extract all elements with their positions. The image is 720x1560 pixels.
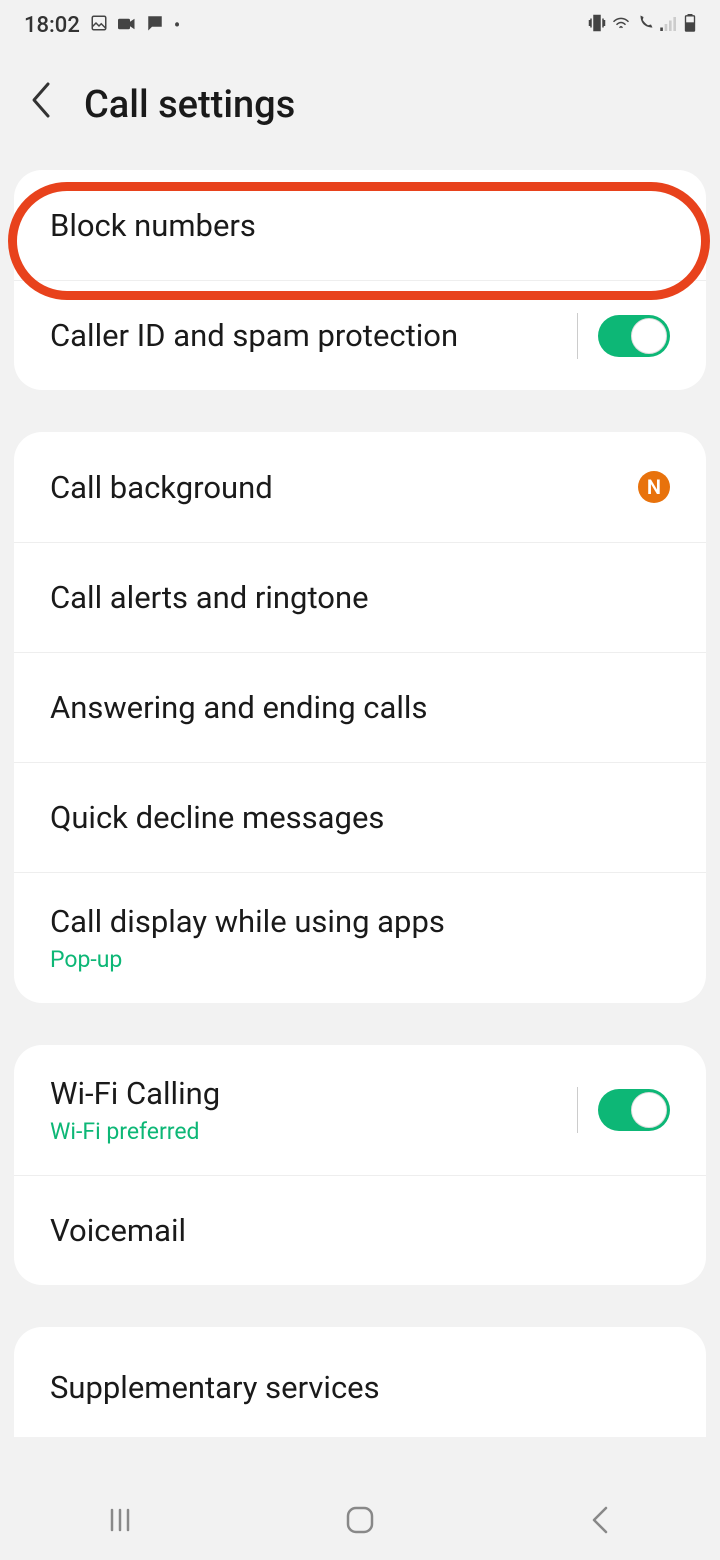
status-right bbox=[588, 14, 696, 37]
image-icon bbox=[90, 14, 108, 37]
new-badge: N bbox=[638, 471, 670, 503]
dot-icon: • bbox=[174, 15, 180, 36]
row-title: Caller ID and spam protection bbox=[50, 317, 458, 354]
answering-ending-row[interactable]: Answering and ending calls bbox=[14, 652, 706, 762]
call-background-row[interactable]: Call background N bbox=[14, 432, 706, 542]
row-title: Wi-Fi Calling bbox=[50, 1075, 220, 1112]
row-subtitle: Wi-Fi preferred bbox=[50, 1118, 220, 1145]
row-title: Quick decline messages bbox=[50, 799, 384, 836]
wifi-calling-icon bbox=[636, 14, 654, 37]
settings-section: Supplementary services bbox=[14, 1327, 706, 1437]
status-time: 18:02 bbox=[24, 13, 80, 38]
row-title: Call display while using apps bbox=[50, 903, 445, 940]
toggle-knob bbox=[631, 1092, 667, 1128]
vibrate-icon bbox=[588, 14, 606, 37]
status-bar: 18:02 • bbox=[0, 0, 720, 50]
row-title: Call background bbox=[50, 469, 273, 506]
settings-section: Wi-Fi Calling Wi-Fi preferred Voicemail bbox=[14, 1045, 706, 1285]
quick-decline-row[interactable]: Quick decline messages bbox=[14, 762, 706, 872]
signal-icon bbox=[660, 15, 678, 36]
row-title: Supplementary services bbox=[50, 1369, 380, 1406]
nav-bar bbox=[0, 1480, 720, 1560]
settings-section: Call background N Call alerts and ringto… bbox=[14, 432, 706, 1003]
wifi-calling-toggle[interactable] bbox=[598, 1089, 670, 1131]
row-subtitle: Pop-up bbox=[50, 946, 445, 973]
voicemail-row[interactable]: Voicemail bbox=[14, 1175, 706, 1285]
row-title: Call alerts and ringtone bbox=[50, 579, 369, 616]
status-left: 18:02 • bbox=[24, 13, 180, 38]
recents-button[interactable] bbox=[100, 1500, 140, 1540]
call-alerts-row[interactable]: Call alerts and ringtone bbox=[14, 542, 706, 652]
home-button[interactable] bbox=[340, 1500, 380, 1540]
wifi-calling-row[interactable]: Wi-Fi Calling Wi-Fi preferred bbox=[14, 1045, 706, 1175]
row-title: Block numbers bbox=[50, 207, 256, 244]
row-title: Answering and ending calls bbox=[50, 689, 427, 726]
header: Call settings bbox=[0, 50, 720, 170]
divider bbox=[577, 313, 578, 359]
wifi-icon bbox=[612, 15, 630, 36]
video-icon bbox=[118, 15, 136, 36]
back-button[interactable] bbox=[580, 1500, 620, 1540]
supplementary-services-row[interactable]: Supplementary services bbox=[14, 1327, 706, 1437]
call-display-apps-row[interactable]: Call display while using apps Pop-up bbox=[14, 872, 706, 1003]
message-icon bbox=[146, 14, 164, 37]
row-title: Voicemail bbox=[50, 1212, 186, 1249]
page-title: Call settings bbox=[84, 83, 295, 127]
back-icon[interactable] bbox=[30, 80, 54, 130]
caller-id-spam-row[interactable]: Caller ID and spam protection bbox=[14, 280, 706, 390]
block-numbers-row[interactable]: Block numbers bbox=[14, 170, 706, 280]
battery-icon bbox=[684, 14, 696, 37]
settings-section: Block numbers Caller ID and spam protect… bbox=[14, 170, 706, 390]
toggle-knob bbox=[631, 318, 667, 354]
divider bbox=[577, 1087, 578, 1133]
caller-id-toggle[interactable] bbox=[598, 315, 670, 357]
